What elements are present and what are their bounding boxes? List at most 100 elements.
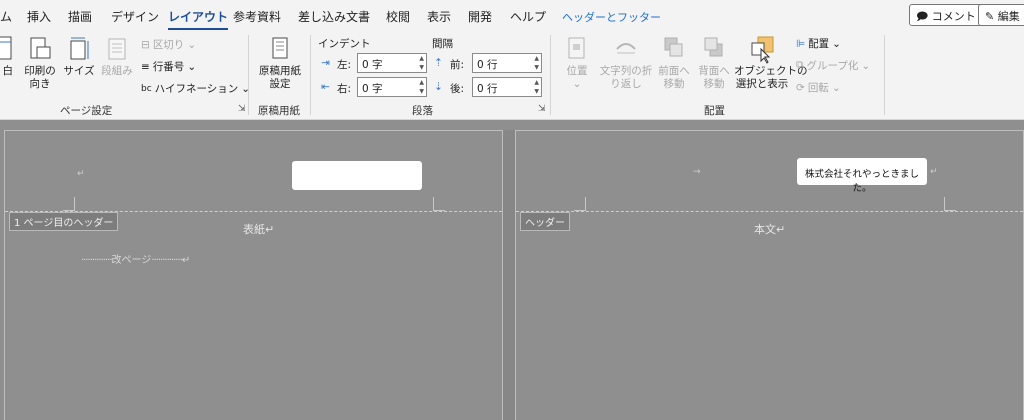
page-break-marker: ··············改ページ··············↵ (81, 255, 191, 266)
tab-view[interactable]: 表示 (427, 8, 451, 25)
manuscript-group-label: 原稿用紙 (258, 105, 300, 117)
arrange-group-label: 配置 (704, 105, 725, 117)
spacing-before-input[interactable]: 0 行 ▲ ▼ (472, 53, 542, 73)
tab-layout[interactable]: レイアウト (168, 8, 229, 30)
selection-pane-button[interactable]: オブジェクトの 選択と表示 (734, 35, 808, 91)
ribbon-separator (310, 35, 311, 115)
align-button[interactable]: ⊫ 配置 ⌄ (796, 36, 841, 51)
send-backward-button[interactable]: 背面へ 移動 (694, 35, 734, 91)
page2-body-text[interactable]: 本文↵ (754, 221, 785, 237)
edit-button[interactable]: ✎ 編集 (978, 4, 1024, 26)
page1-header-tag: 1 ページ目のヘッダー (9, 212, 119, 231)
tab-references[interactable]: 参考資料 (233, 8, 281, 25)
margins-icon (0, 36, 12, 60)
spacing-after-label: 後: (450, 83, 465, 95)
tab-mailings[interactable]: 差し込み文書 (298, 8, 370, 25)
tab-help[interactable]: ヘルプ (510, 8, 546, 25)
comment-label: コメント (931, 10, 976, 23)
line-numbers-button[interactable]: ≡ 行番号 ⌄ (141, 59, 196, 74)
page1-body-text[interactable]: 表紙↵ (243, 221, 274, 237)
orientation-button[interactable]: 印刷の 向き (22, 35, 58, 91)
group-objects-button[interactable]: ⧉ グループ化 ⌄ (796, 58, 870, 73)
spacing-before-label: 前: (450, 59, 465, 71)
header-boundary-line (516, 211, 1023, 212)
spin-arrows-icon[interactable]: ▲ ▼ (419, 54, 424, 72)
indent-left-input[interactable]: 0 字 ▲ ▼ (357, 53, 427, 73)
indent-header: インデント (318, 38, 371, 50)
page2-header-textbox[interactable]: 株式会社それやっときました。 (797, 158, 927, 194)
indent-right-icon: ⇤ (321, 81, 330, 93)
page-2[interactable]: → 株式会社それやっときました。 ↵ ヘッダー 本文↵ (515, 130, 1024, 420)
spin-arrows-icon[interactable]: ▲ ▼ (534, 54, 539, 72)
spin-arrows-icon[interactable]: ▲ ▼ (419, 78, 424, 96)
indent-left-icon: ⇥ (321, 57, 330, 69)
breaks-button[interactable]: ⊟ 区切り ⌄ (141, 37, 196, 52)
rotate-button[interactable]: ⟳ 回転 ⌄ (796, 80, 841, 95)
paragraph-launcher-icon[interactable]: ⇲ (538, 104, 546, 114)
crop-mark (63, 197, 75, 211)
tab-developer[interactable]: 開発 (468, 8, 492, 25)
bring-forward-button[interactable]: 前面へ 移動 (654, 35, 694, 91)
tab-review[interactable]: 校閲 (386, 8, 410, 25)
line-numbers-label: 行番号 (152, 61, 185, 73)
indent-right-value: 0 字 (362, 83, 383, 95)
bring-forward-label-2: 移動 (663, 78, 685, 90)
columns-icon (108, 38, 126, 60)
margins-button[interactable]: 白 (0, 35, 16, 78)
bring-forward-icon (664, 37, 683, 57)
spacing-after-input[interactable]: 0 行 ▲ ▼ (472, 77, 542, 97)
chevron-down-icon: ⌄ (831, 81, 841, 94)
hyphenation-label: ハイフネーション (154, 83, 239, 95)
hyphenation-button[interactable]: bc ハイフネーション ⌄ (141, 81, 250, 96)
tab-draw[interactable]: 描画 (68, 8, 92, 25)
wrap-text-label-1: 文字列の折 (599, 65, 653, 77)
ribbon: 白 印刷の 向き サイズ 段組み ⊟ 区切り ⌄ ≡ 行番号 ⌄ bc ハイフネ… (0, 31, 1024, 120)
ribbon-tab-bar: ム 挿入 描画 デザイン レイアウト 参考資料 差し込み文書 校閲 表示 開発 … (0, 0, 1024, 31)
crop-mark (944, 197, 956, 211)
comment-icon: 🗩 (916, 10, 929, 23)
orientation-icon (30, 37, 51, 59)
comment-button[interactable]: 🗩 コメント (909, 4, 983, 26)
selection-pane-icon (751, 36, 774, 64)
spacing-header: 間隔 (432, 38, 453, 50)
spacing-after-value: 0 行 (477, 83, 498, 95)
paragraph-mark: ↵ (930, 167, 938, 177)
paragraph-group-label: 段落 (412, 105, 433, 117)
tab-file-partial[interactable]: ム (0, 8, 12, 25)
send-backward-icon (704, 37, 723, 57)
size-icon (70, 37, 89, 60)
spacing-after-icon: ⇣ (434, 81, 443, 93)
crop-mark (574, 197, 586, 211)
align-icon: ⊫ (796, 37, 806, 50)
tab-design[interactable]: デザイン (111, 8, 159, 25)
position-button[interactable]: 位置 ⌄ (560, 35, 594, 91)
page-1[interactable]: ↵ 1 ページ目のヘッダー 表紙↵ ··············改ページ····… (4, 130, 503, 420)
indent-left-value: 0 字 (362, 59, 383, 71)
ribbon-separator (884, 35, 885, 115)
spin-arrows-icon[interactable]: ▲ ▼ (534, 78, 539, 96)
size-button[interactable]: サイズ (62, 35, 96, 78)
tab-header-footer[interactable]: ヘッダーとフッター (562, 9, 661, 25)
breaks-icon: ⊟ (141, 38, 150, 51)
columns-button[interactable]: 段組み (99, 35, 135, 78)
page1-header-textbox[interactable] (292, 161, 422, 190)
hyphenation-icon: bc (141, 83, 152, 94)
rotate-icon: ⟳ (796, 81, 805, 94)
wrap-text-icon (616, 43, 636, 54)
indent-right-input[interactable]: 0 字 ▲ ▼ (357, 77, 427, 97)
company-header-text: 株式会社それやっときました。 (804, 169, 919, 194)
page-break-label: 改ページ (111, 255, 152, 266)
crop-mark (433, 197, 445, 211)
rotate-label: 回転 (807, 82, 829, 94)
manuscript-settings-button[interactable]: 原稿用紙 設定 (254, 35, 306, 91)
indent-left-label: 左: (337, 59, 352, 71)
wrap-text-button[interactable]: 文字列の折 り返し (598, 35, 654, 91)
group-objects-label: グループ化 (806, 60, 859, 72)
page-setup-launcher-icon[interactable]: ⇲ (238, 104, 246, 114)
page2-header-tag: ヘッダー (520, 212, 570, 231)
size-label: サイズ (63, 65, 95, 77)
tab-insert[interactable]: 挿入 (27, 8, 51, 25)
chevron-down-icon: ⌄ (832, 37, 841, 50)
wrap-text-label-2: り返し (610, 78, 642, 90)
columns-label: 段組み (101, 65, 133, 77)
